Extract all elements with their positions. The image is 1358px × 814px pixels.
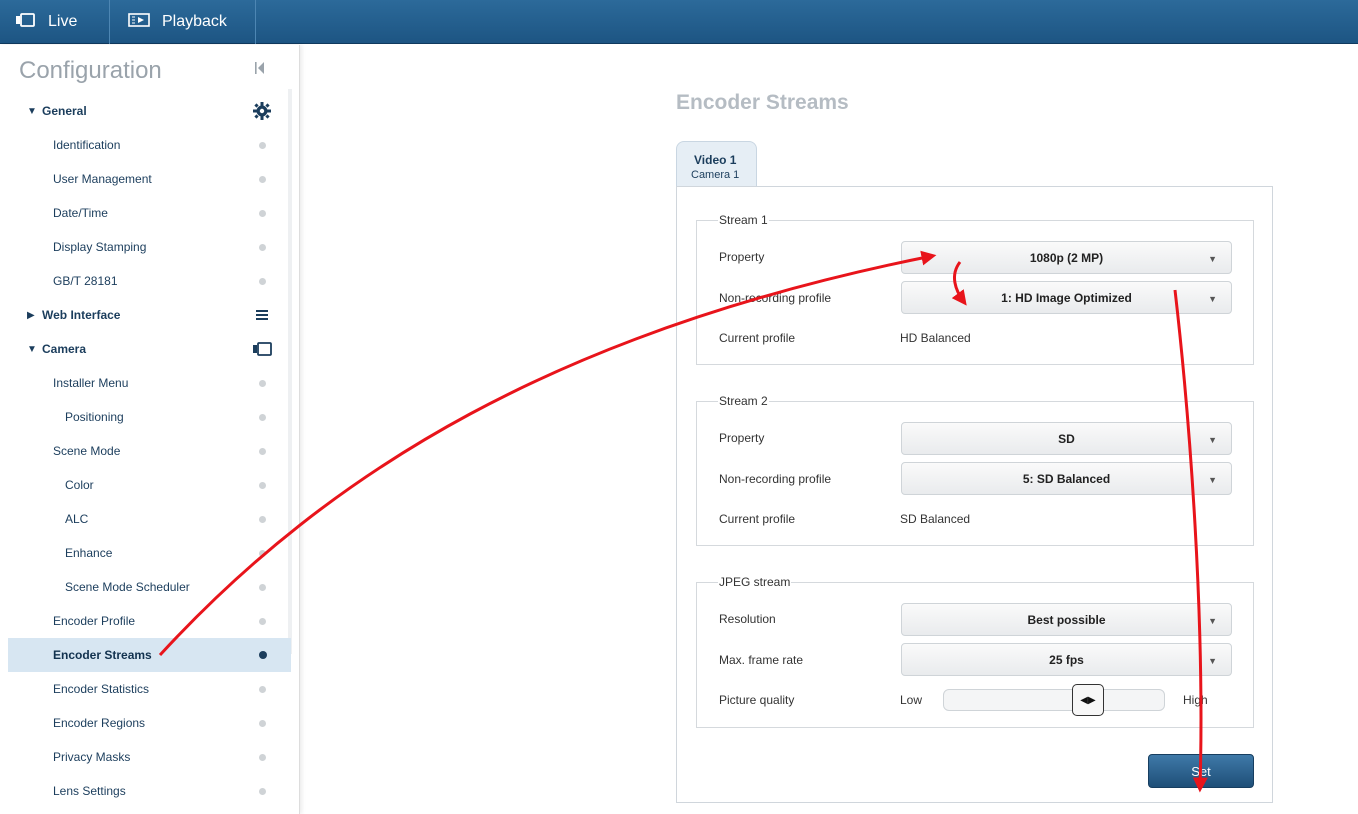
stream-1-property-label: Property — [719, 250, 765, 264]
stream-2-profile-label: Non-recording profile — [719, 472, 832, 486]
sidebar-item-gbt-28181[interactable]: GB/T 28181 — [8, 264, 291, 298]
collapsed-arrow-icon: ▶ — [27, 309, 35, 321]
stream-1-current-value: HD Balanced — [900, 331, 971, 345]
stream-1-current-label: Current profile — [719, 331, 796, 345]
status-dot — [259, 141, 266, 149]
sidebar-item-encoder-statistics[interactable]: Encoder Statistics — [8, 672, 291, 706]
sidebar-item-user-management[interactable]: User Management — [8, 162, 291, 196]
sidebar-item-encoder-streams[interactable]: Encoder Streams — [8, 638, 291, 672]
sidebar-item-display-stamping[interactable]: Display Stamping — [8, 230, 291, 264]
status-dot — [259, 447, 266, 455]
sidebar-item-scene-mode-scheduler[interactable]: Scene Mode Scheduler — [8, 570, 291, 604]
chevron-down-icon: ▼ — [1208, 616, 1217, 626]
quality-high-label: High — [1183, 693, 1208, 707]
picture-quality-label: Picture quality — [719, 693, 795, 707]
tab-live[interactable]: Live — [0, 0, 110, 44]
expanded-arrow-icon: ▼ — [27, 343, 37, 355]
jpeg-stream-group: JPEG stream Resolution Best possible ▼ M… — [696, 575, 1254, 728]
status-dot — [259, 617, 266, 625]
menu-icon — [256, 309, 268, 323]
sidebar-item-enhance[interactable]: Enhance — [8, 536, 291, 570]
camera-icon — [253, 342, 273, 359]
status-dot — [259, 175, 266, 183]
stream-2-property-select[interactable]: SD ▼ — [901, 422, 1232, 455]
sidebar-item-lens-settings[interactable]: Lens Settings — [8, 774, 291, 808]
sidebar-title: Configuration — [19, 57, 162, 84]
playback-icon — [128, 12, 150, 32]
chevron-down-icon: ▼ — [1208, 435, 1217, 445]
status-dot — [259, 685, 266, 693]
set-button[interactable]: Set — [1148, 754, 1254, 788]
tab-title: Video 1 — [694, 153, 737, 167]
picture-quality-slider[interactable]: ◀▶ — [943, 684, 1165, 716]
status-dot — [259, 583, 266, 591]
sidebar-item-identification[interactable]: Identification — [8, 128, 291, 162]
status-dot — [259, 515, 266, 523]
sidebar: Configuration ▼ General Identification U… — [0, 45, 300, 814]
chevron-down-icon: ▼ — [1208, 656, 1217, 666]
stream-2-current-label: Current profile — [719, 512, 796, 526]
status-dot — [259, 379, 266, 387]
stream-1-profile-label: Non-recording profile — [719, 291, 832, 305]
status-dot — [259, 753, 266, 761]
tab-video-1[interactable]: Video 1 Camera 1 — [676, 141, 757, 187]
status-dot — [259, 277, 266, 285]
status-dot — [259, 787, 266, 795]
tab-playback[interactable]: Playback — [110, 0, 256, 44]
jpeg-stream-legend: JPEG stream — [718, 575, 792, 589]
camera-icon — [16, 12, 36, 32]
sidebar-item-privacy-masks[interactable]: Privacy Masks — [8, 740, 291, 774]
status-dot — [259, 549, 266, 557]
status-dot — [259, 209, 266, 217]
sidebar-group-general[interactable]: ▼ General — [8, 94, 291, 128]
encoder-streams-panel: Stream 1 Property 1080p (2 MP) ▼ Non-rec… — [676, 186, 1273, 803]
jpeg-resolution-label: Resolution — [719, 612, 776, 626]
tab-live-label: Live — [48, 13, 78, 30]
sidebar-item-encoder-regions[interactable]: Encoder Regions — [8, 706, 291, 740]
chevron-down-icon: ▼ — [1208, 254, 1217, 264]
active-status-dot — [259, 651, 267, 659]
chevron-down-icon: ▼ — [1208, 475, 1217, 485]
status-dot — [259, 481, 266, 489]
stream-1-legend: Stream 1 — [718, 213, 769, 227]
sidebar-item-color[interactable]: Color — [8, 468, 291, 502]
stream-1-group: Stream 1 Property 1080p (2 MP) ▼ Non-rec… — [696, 213, 1254, 365]
stream-1-profile-select[interactable]: 1: HD Image Optimized ▼ — [901, 281, 1232, 314]
status-dot — [259, 719, 266, 727]
stream-2-profile-select[interactable]: 5: SD Balanced ▼ — [901, 462, 1232, 495]
collapse-sidebar-icon[interactable] — [254, 61, 268, 77]
jpeg-framerate-select[interactable]: 25 fps ▼ — [901, 643, 1232, 676]
stream-2-property-label: Property — [719, 431, 765, 445]
stream-1-property-select[interactable]: 1080p (2 MP) ▼ — [901, 241, 1232, 274]
jpeg-framerate-label: Max. frame rate — [719, 653, 804, 667]
sidebar-item-encoder-profile[interactable]: Encoder Profile — [8, 604, 291, 638]
sidebar-group-camera[interactable]: ▼ Camera — [8, 332, 291, 366]
stream-2-group: Stream 2 Property SD ▼ Non-recording pro… — [696, 394, 1254, 546]
left-right-arrows-icon: ◀▶ — [1080, 694, 1096, 706]
sidebar-item-installer-menu[interactable]: Installer Menu — [8, 366, 291, 400]
quality-low-label: Low — [900, 693, 923, 707]
expanded-arrow-icon: ▼ — [27, 105, 37, 117]
sidebar-item-alc[interactable]: ALC — [8, 502, 291, 536]
page-title: Encoder Streams — [676, 91, 849, 114]
status-dot — [259, 243, 266, 251]
sidebar-item-scene-mode[interactable]: Scene Mode — [8, 434, 291, 468]
status-dot — [259, 413, 266, 421]
sidebar-item-date-time[interactable]: Date/Time — [8, 196, 291, 230]
jpeg-resolution-select[interactable]: Best possible ▼ — [901, 603, 1232, 636]
stream-2-current-value: SD Balanced — [900, 512, 971, 526]
top-bar: Live Playback — [0, 0, 1358, 44]
tab-playback-label: Playback — [162, 13, 227, 30]
stream-2-legend: Stream 2 — [718, 394, 769, 408]
tab-subtitle: Camera 1 — [691, 169, 740, 181]
slider-handle[interactable]: ◀▶ — [1072, 684, 1104, 716]
gear-icon — [252, 101, 272, 124]
sidebar-item-positioning[interactable]: Positioning — [8, 400, 291, 434]
sidebar-group-web-interface[interactable]: ▶ Web Interface — [8, 298, 291, 332]
chevron-down-icon: ▼ — [1208, 294, 1217, 304]
